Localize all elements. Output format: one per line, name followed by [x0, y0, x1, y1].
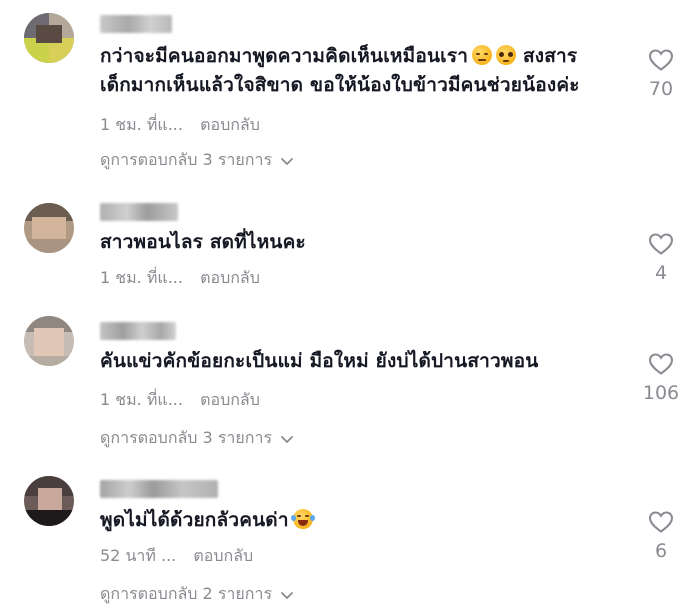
pleading-face-emoji — [496, 45, 517, 65]
laughing-tears-emoji — [290, 509, 315, 529]
reply-button[interactable]: ตอบกลับ — [200, 390, 260, 409]
comment-text: พูดไม่ได้ด้วยกลัวคนด่า — [100, 506, 630, 535]
comment-meta: 1 ชม. ที่แ... ตอบกลับ — [100, 266, 260, 291]
like-button[interactable]: 4 — [636, 232, 686, 284]
view-replies-button[interactable]: ดูการตอบกลับ 3 รายการ — [100, 148, 294, 173]
username-blurred[interactable] — [100, 322, 176, 340]
comment-time: 52 นาที ... — [100, 546, 177, 565]
like-count: 70 — [648, 78, 674, 100]
chevron-down-icon — [281, 591, 293, 599]
like-button[interactable]: 106 — [636, 352, 686, 404]
comment-meta: 1 ชม. ที่แ... ตอบกลับ — [100, 388, 260, 413]
view-replies-button[interactable]: ดูการตอบกลับ 3 รายการ — [100, 426, 294, 451]
like-count: 106 — [642, 382, 680, 404]
chevron-down-icon — [281, 157, 293, 165]
username-blurred[interactable] — [100, 480, 218, 498]
like-button[interactable]: 6 — [636, 510, 686, 562]
comment-text: สาวพอนไลร สดที่ไหนคะ — [100, 231, 306, 253]
username-blurred[interactable] — [100, 15, 172, 33]
avatar[interactable] — [24, 476, 74, 526]
avatar[interactable] — [24, 316, 74, 366]
comment-text-line: พูดไม่ได้ด้วยกลัวคนด่า — [100, 509, 289, 531]
comment-text: คันแข่วคักข้อยกะเป็นแม่ มือใหม่ ยังบ่ได้… — [100, 350, 539, 372]
view-replies-label: ดูการตอบกลับ 2 รายการ — [100, 584, 273, 603]
chevron-down-icon — [281, 435, 293, 443]
avatar[interactable] — [24, 13, 74, 63]
heart-outline-icon — [648, 353, 674, 375]
username-blurred[interactable] — [100, 203, 178, 221]
like-count: 4 — [654, 262, 668, 284]
comment-text-line2: เด็กมากเห็นแล้วใจสิขาด ขอให้น้องใบข้าวมี… — [100, 74, 580, 96]
comment-time: 1 ชม. ที่แ... — [100, 390, 183, 409]
comment-time: 1 ชม. ที่แ... — [100, 115, 183, 134]
comment-time: 1 ชม. ที่แ... — [100, 268, 183, 287]
view-replies-button[interactable]: ดูการตอบกลับ 2 รายการ — [100, 582, 294, 607]
pensive-face-emoji — [472, 45, 493, 65]
like-button[interactable]: 70 — [636, 48, 686, 100]
comment-meta: 1 ชม. ที่แ... ตอบกลับ — [100, 113, 260, 138]
comment-meta: 52 นาที ... ตอบกลับ — [100, 544, 253, 569]
reply-button[interactable]: ตอบกลับ — [200, 115, 260, 134]
avatar[interactable] — [24, 203, 74, 253]
heart-outline-icon — [648, 233, 674, 255]
comment-text-line1: กว่าจะมีคนออกมาพูดความคิดเห็นเหมือนเรา — [100, 45, 469, 67]
view-replies-label: ดูการตอบกลับ 3 รายการ — [100, 428, 273, 447]
like-count: 6 — [654, 540, 668, 562]
view-replies-label: ดูการตอบกลับ 3 รายการ — [100, 150, 273, 169]
comment-text-line1-tail: สงสาร — [522, 45, 578, 67]
heart-outline-icon — [648, 49, 674, 71]
comment-text: กว่าจะมีคนออกมาพูดความคิดเห็นเหมือนเรา ส… — [100, 42, 630, 100]
reply-button[interactable]: ตอบกลับ — [200, 268, 260, 287]
reply-button[interactable]: ตอบกลับ — [193, 546, 253, 565]
heart-outline-icon — [648, 511, 674, 533]
